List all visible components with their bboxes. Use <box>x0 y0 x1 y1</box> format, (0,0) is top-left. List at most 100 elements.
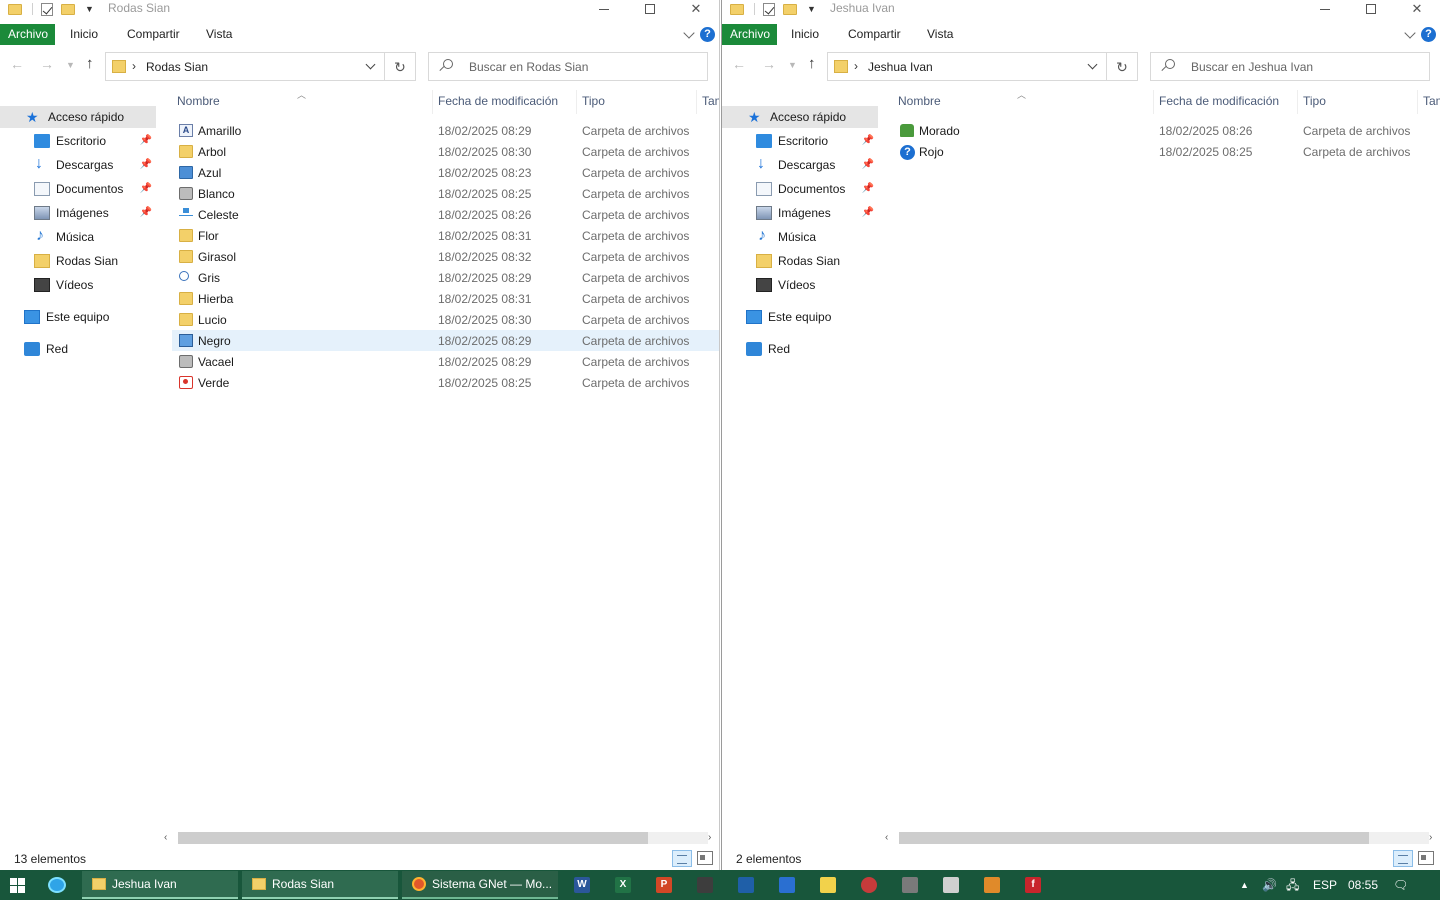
customize-dropdown-icon[interactable]: ▼ <box>85 4 94 14</box>
minimize-button[interactable] <box>1302 0 1348 18</box>
tab-archivo[interactable]: Archivo <box>0 24 55 45</box>
sidebar-item-rodas-sian[interactable]: Rodas Sian <box>0 250 156 272</box>
volume-icon[interactable]: 🔊 <box>1262 870 1277 900</box>
column-header-size[interactable]: Tam <box>1418 90 1440 114</box>
pin-icon[interactable]: 📌 <box>862 207 874 218</box>
address-bar[interactable]: › Rodas Sian <box>105 52 385 81</box>
maximize-button[interactable] <box>1348 0 1394 18</box>
horizontal-scrollbar[interactable]: ‹ › <box>881 830 1440 846</box>
language-indicator[interactable]: ESP <box>1313 870 1337 900</box>
file-row[interactable]: Flor 18/02/2025 08:31 Carpeta de archivos <box>172 225 719 246</box>
refresh-button[interactable]: ↻ <box>385 52 416 81</box>
refresh-button[interactable]: ↻ <box>1107 52 1138 81</box>
sidebar-item-videos[interactable]: Vídeos <box>0 274 156 296</box>
file-row[interactable]: Azul 18/02/2025 08:23 Carpeta de archivos <box>172 162 719 183</box>
file-row[interactable]: Gris 18/02/2025 08:29 Carpeta de archivos <box>172 267 719 288</box>
start-button[interactable] <box>0 870 36 900</box>
file-row[interactable]: Vacael 18/02/2025 08:29 Carpeta de archivo… <box>172 351 719 372</box>
scroll-left-icon[interactable]: ‹ <box>164 830 167 846</box>
sidebar-item-descargas[interactable]: Descargas 📌 <box>0 154 156 176</box>
pin-icon[interactable]: 📌 <box>140 159 152 170</box>
file-row[interactable]: Girasol 18/02/2025 08:32 Carpeta de archiv… <box>172 246 719 267</box>
app-icon[interactable] <box>861 877 877 893</box>
sidebar-item-network[interactable]: Red <box>722 338 878 360</box>
pin-icon[interactable]: 📌 <box>140 207 152 218</box>
app-icon[interactable] <box>738 877 754 893</box>
sidebar-item-musica[interactable]: Música <box>722 226 878 248</box>
file-row[interactable]: Negro 18/02/2025 08:29 Carpeta de archivos <box>172 330 719 351</box>
scrollbar-thumb[interactable] <box>899 832 1369 844</box>
column-header-type[interactable]: Tipo <box>1298 90 1418 114</box>
new-folder-icon[interactable] <box>61 3 75 15</box>
taskbar-window-jeshua-ivan[interactable]: Jeshua Ivan <box>82 871 238 899</box>
taskbar-window-firefox[interactable]: Sistema GNet — Mo... <box>402 871 558 899</box>
file-row[interactable]: Lucio 18/02/2025 08:30 Carpeta de archivos <box>172 309 719 330</box>
column-header-date[interactable]: Fecha de modificación <box>433 90 577 114</box>
tab-compartir[interactable]: Compartir <box>119 24 188 45</box>
properties-icon[interactable] <box>41 2 53 16</box>
file-row[interactable]: Celeste 18/02/2025 08:26 Carpeta de archiv… <box>172 204 719 225</box>
address-path[interactable]: Jeshua Ivan <box>868 60 933 74</box>
maximize-button[interactable] <box>627 0 673 18</box>
sidebar-item-this-pc[interactable]: Este equipo <box>0 306 156 328</box>
close-button[interactable]: ✕ <box>1394 0 1440 18</box>
column-header-date[interactable]: Fecha de modificación <box>1154 90 1298 114</box>
file-row[interactable]: ? Rojo 18/02/2025 08:25 Carpeta de archivos <box>893 141 1440 162</box>
new-folder-icon[interactable] <box>783 3 797 15</box>
pin-icon[interactable]: 📌 <box>140 135 152 146</box>
app-icon[interactable] <box>943 877 959 893</box>
address-path[interactable]: Rodas Sian <box>146 60 208 74</box>
app-icon[interactable] <box>984 877 1000 893</box>
sidebar-item-escritorio[interactable]: Escritorio 📌 <box>722 130 878 152</box>
minimize-button[interactable] <box>581 0 627 18</box>
sidebar-item-descargas[interactable]: Descargas 📌 <box>722 154 878 176</box>
sidebar-item-network[interactable]: Red <box>0 338 156 360</box>
address-bar[interactable]: › Jeshua Ivan <box>827 52 1107 81</box>
large-icons-view-button[interactable] <box>697 851 713 865</box>
up-button[interactable]: ↑ <box>808 55 816 72</box>
help-icon[interactable]: ? <box>700 27 715 42</box>
edge-icon[interactable] <box>48 877 66 893</box>
search-input[interactable]: Buscar en Jeshua Ivan <box>1150 52 1430 81</box>
recent-locations-icon[interactable]: ▼ <box>66 60 75 70</box>
pin-icon[interactable]: 📌 <box>862 183 874 194</box>
show-hidden-icons-icon[interactable]: ▲ <box>1240 870 1249 900</box>
powerpoint-icon[interactable]: P <box>656 877 672 893</box>
scroll-left-icon[interactable]: ‹ <box>885 830 888 846</box>
horizontal-scrollbar[interactable]: ‹ › <box>160 830 719 846</box>
sidebar-item-documentos[interactable]: Documentos 📌 <box>0 178 156 200</box>
scroll-right-icon[interactable]: › <box>708 830 711 846</box>
file-row[interactable]: Hierba 18/02/2025 08:31 Carpeta de archivo… <box>172 288 719 309</box>
sidebar-item-this-pc[interactable]: Este equipo <box>722 306 878 328</box>
tab-archivo[interactable]: Archivo <box>722 24 777 45</box>
tab-vista[interactable]: Vista <box>198 24 240 45</box>
chevron-down-icon[interactable] <box>1087 59 1098 70</box>
column-header-size[interactable]: Tam <box>697 90 719 114</box>
expand-ribbon-icon[interactable] <box>683 27 695 39</box>
network-status-icon[interactable]: 🖧 <box>1286 870 1299 900</box>
close-button[interactable]: ✕ <box>673 0 719 18</box>
pin-icon[interactable]: 📌 <box>862 159 874 170</box>
details-view-button[interactable] <box>1393 850 1413 867</box>
tab-inicio[interactable]: Inicio <box>783 24 827 45</box>
sidebar-item-documentos[interactable]: Documentos 📌 <box>722 178 878 200</box>
forward-button[interactable]: → <box>762 56 776 72</box>
sidebar-item-imagenes[interactable]: Imágenes 📌 <box>0 202 156 224</box>
app-icon[interactable] <box>779 877 795 893</box>
scroll-right-icon[interactable]: › <box>1429 830 1432 846</box>
recent-locations-icon[interactable]: ▼ <box>788 60 797 70</box>
notifications-icon[interactable]: 🗨 <box>1393 870 1408 900</box>
large-icons-view-button[interactable] <box>1418 851 1434 865</box>
expand-ribbon-icon[interactable] <box>1404 27 1416 39</box>
sidebar-item-quick-access[interactable]: ★ Acceso rápido <box>0 106 156 128</box>
pin-icon[interactable]: 📌 <box>140 183 152 194</box>
file-row[interactable]: Morado 18/02/2025 08:26 Carpeta de archivo… <box>893 120 1440 141</box>
up-button[interactable]: ↑ <box>86 55 94 72</box>
scrollbar-thumb[interactable] <box>178 832 648 844</box>
sidebar-item-musica[interactable]: Música <box>0 226 156 248</box>
chevron-down-icon[interactable] <box>365 59 376 70</box>
file-row[interactable]: Verde 18/02/2025 08:25 Carpeta de archivos <box>172 372 719 393</box>
app-icon[interactable] <box>697 877 713 893</box>
chevron-right-icon[interactable]: › <box>854 59 858 73</box>
help-icon[interactable]: ? <box>1421 27 1436 42</box>
